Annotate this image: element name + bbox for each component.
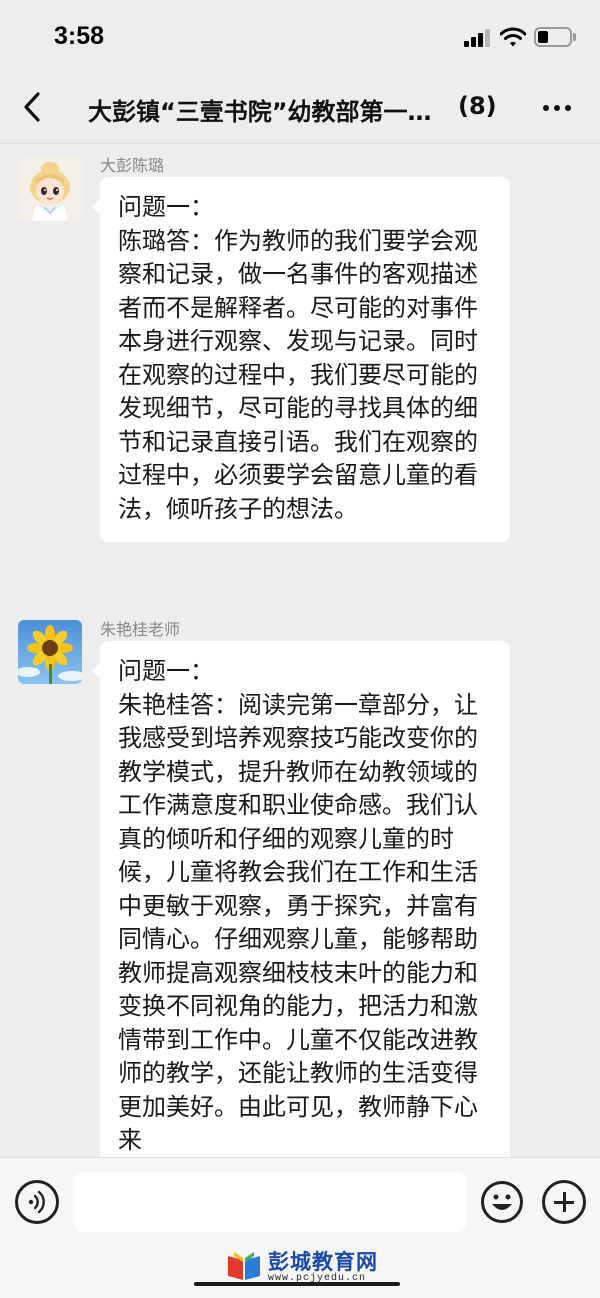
book-logo-icon [228,1252,260,1280]
watermark-name: 彭城教育网 [268,1250,378,1274]
voice-icon[interactable] [15,1180,59,1224]
chat-title: 大彭镇“三壹书院”幼教部第一读书小组 [88,98,438,126]
status-time: 3:58 [54,22,105,50]
status-bar: 3:58 [0,0,600,70]
site-watermark: 彭城教育网 www.pcjyedu.cn [188,1242,410,1290]
chat-area[interactable]: 大彭陈璐 问题一： 陈璐答：作为教师的我们要学会观察和记录，做一名事件的客观描述… [0,145,600,1157]
sender-name: 大彭陈璐 [100,156,165,175]
wifi-icon [500,27,526,47]
message-bubble[interactable]: 问题一： 朱艳桂答：阅读完第一章部分，让我感受到培养观察技巧能改变你的教学模式，… [92,641,510,1157]
cartoon-girl-avatar[interactable] [18,157,82,221]
sunflower-avatar[interactable] [18,620,82,684]
chevron-left-icon[interactable] [16,88,50,126]
member-count: (8) [458,92,497,120]
plus-icon[interactable] [542,1180,586,1224]
nav-bar: 大彭镇“三壹书院”幼教部第一读书小组 (8) [0,70,600,144]
battery-icon [534,27,572,47]
emoji-icon[interactable] [480,1180,524,1224]
message-text: 问题一： 陈璐答：作为教师的我们要学会观察和记录，做一名事件的客观描述者而不是解… [118,193,478,523]
sender-name: 朱艳桂老师 [100,620,181,639]
signal-icon [464,29,490,47]
message-bubble[interactable]: 问题一： 陈璐答：作为教师的我们要学会观察和记录，做一名事件的客观描述者而不是解… [92,177,510,542]
home-indicator [194,1282,400,1286]
battery-tip [573,33,576,41]
message-text: 问题一： 朱艳桂答：阅读完第一章部分，让我感受到培养观察技巧能改变你的教学模式，… [118,657,478,1154]
more-icon[interactable] [540,96,574,118]
message-input[interactable] [74,1172,466,1232]
